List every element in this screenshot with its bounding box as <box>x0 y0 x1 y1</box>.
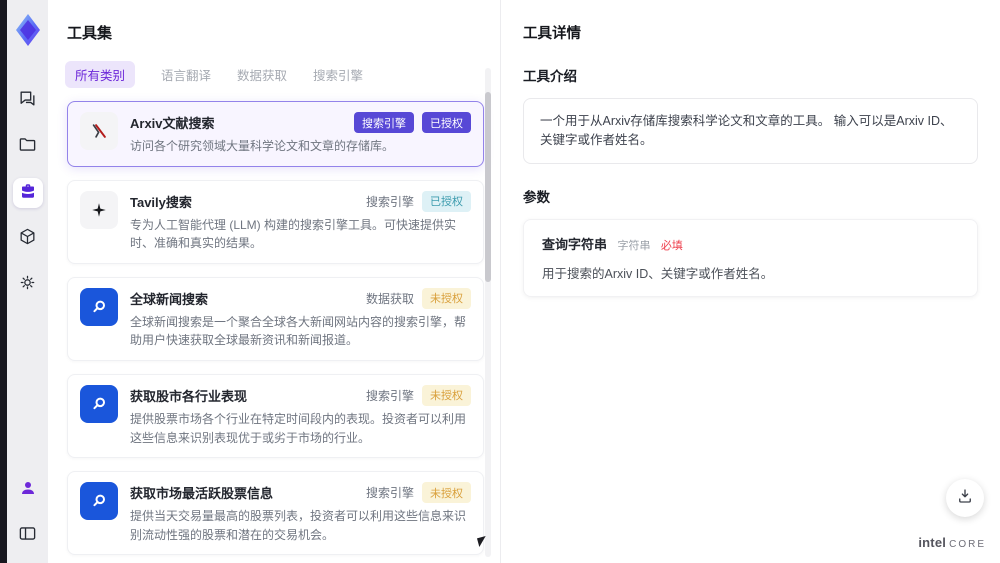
stock-search-icon <box>80 384 118 423</box>
auth-status-badge: 未授权 <box>422 287 471 309</box>
tool-name: Arxiv文献搜索 <box>130 116 215 131</box>
tool-card-arxiv[interactable]: Arxiv文献搜索 搜索引擎 已授权 访问各个研究领域大量科学论文和文章的存储库… <box>67 101 484 167</box>
tool-intro-text: 一个用于从Arxiv存储库搜索科学论文和文章的工具。 输入可以是Arxiv ID… <box>523 98 978 164</box>
category-label: 数据获取 <box>365 291 414 306</box>
auth-status-badge: 已授权 <box>422 190 471 212</box>
sidebar-collapse-button[interactable] <box>13 521 43 551</box>
user-icon <box>19 479 37 502</box>
list-scrollbar[interactable] <box>485 68 491 557</box>
tab-data-fetching[interactable]: 数据获取 <box>237 65 287 84</box>
tool-name: 全球新闻搜索 <box>130 291 209 307</box>
tool-description: 访问各个研究领域大量科学论文和文章的存储库。 <box>130 139 395 153</box>
intro-heading: 工具介绍 <box>523 69 577 84</box>
sidebar-item-models[interactable] <box>13 224 43 254</box>
param-type: 字符串 <box>617 239 651 252</box>
sidebar-item-chat[interactable] <box>13 86 43 116</box>
app-logo-icon <box>12 12 44 48</box>
panel-layout-icon <box>18 524 37 548</box>
tool-card-tavily[interactable]: Tavily搜索 搜索引擎 已授权 专为人工智能代理 (LLM) 构建的搜索引擎… <box>67 179 484 264</box>
params-heading: 参数 <box>523 189 550 205</box>
sidebar-item-files[interactable] <box>13 132 43 162</box>
arxiv-logo-icon <box>80 112 118 150</box>
tab-all-categories[interactable]: 所有类别 <box>65 61 136 88</box>
sidebar-item-toolbox[interactable] <box>12 178 43 208</box>
category-label: 搜索引擎 <box>365 194 414 209</box>
app-window: 工具集 所有类别 语言翻译 数据获取 搜索引擎 Arxiv文献搜索 搜索引擎 已… <box>0 0 1000 563</box>
folder-icon <box>18 135 37 159</box>
tool-name: Tavily搜索 <box>130 194 192 210</box>
tab-language-translation[interactable]: 语言翻译 <box>161 65 211 84</box>
icon-rail <box>7 0 48 563</box>
cube-icon <box>18 227 37 251</box>
param-name: 查询字符串 <box>542 236 608 252</box>
scrollbar-thumb[interactable] <box>485 92 491 282</box>
briefcase-icon <box>19 182 37 205</box>
intel-core-logo: intel CORE <box>918 535 986 550</box>
intel-brand-text: intel <box>918 535 947 550</box>
news-search-icon <box>80 287 118 326</box>
tool-list-pane: 工具集 所有类别 语言翻译 数据获取 搜索引擎 Arxiv文献搜索 搜索引擎 已… <box>48 0 500 563</box>
auth-status-badge: 未授权 <box>422 482 471 504</box>
tool-name: 获取市场最活跃股票信息 <box>130 486 274 502</box>
core-brand-text: CORE <box>949 539 986 550</box>
tool-description: 全球新闻搜索是一个聚合全球各大新闻网站内容的搜索引擎，帮助用户快速获取全球最新资… <box>130 314 467 348</box>
param-description: 用于搜索的Arxiv ID、关键字或作者姓名。 <box>542 266 774 281</box>
tool-card-global-news[interactable]: 全球新闻搜索 数据获取 未授权 全球新闻搜索是一个聚合全球各大新闻网站内容的搜索… <box>67 276 484 361</box>
tool-card-stock-sectors[interactable]: 获取股市各行业表现 搜索引擎 未授权 提供股票市场各个行业在特定时间段内的表现。… <box>67 373 484 459</box>
tab-search-engine[interactable]: 搜索引擎 <box>313 65 363 84</box>
tool-description: 提供当天交易量最高的股票列表，投资者可以利用这些信息来识别流动性强的股票和潜在的… <box>130 509 467 542</box>
tool-name: 获取股市各行业表现 <box>130 388 248 404</box>
sidebar-item-settings[interactable] <box>13 270 43 300</box>
tool-detail-pane: 工具详情 工具介绍 一个用于从Arxiv存储库搜索科学论文和文章的工具。 输入可… <box>500 0 1000 563</box>
window-edge-strip <box>0 0 7 563</box>
sidebar-item-user[interactable] <box>13 475 43 505</box>
tavily-star-icon <box>80 190 118 229</box>
download-button[interactable] <box>946 479 984 517</box>
parameter-card: 查询字符串 字符串 必填 用于搜索的Arxiv ID、关键字或作者姓名。 <box>523 218 978 297</box>
page-title: 工具集 <box>67 25 113 42</box>
category-label: 搜索引擎 <box>365 486 414 501</box>
detail-title: 工具详情 <box>523 26 581 42</box>
category-badge: 搜索引擎 <box>354 112 414 133</box>
param-required-badge: 必填 <box>660 239 683 252</box>
stock-search-icon <box>80 482 118 521</box>
tool-card-active-stocks[interactable]: 获取市场最活跃股票信息 搜索引擎 未授权 提供当天交易量最高的股票列表，投资者可… <box>67 471 484 556</box>
gear-icon <box>18 273 37 297</box>
category-label: 搜索引擎 <box>365 388 414 403</box>
tool-description: 提供股票市场各个行业在特定时间段内的表现。投资者可以利用这些信息来识别表现优于或… <box>130 411 467 445</box>
download-icon <box>956 487 974 510</box>
category-tabs: 所有类别 语言翻译 数据获取 搜索引擎 <box>65 61 484 88</box>
auth-status-badge: 未授权 <box>422 384 471 406</box>
chat-icon <box>18 89 37 113</box>
tool-description: 专为人工智能代理 (LLM) 构建的搜索引擎工具。可快速提供实时、准确和真实的结… <box>130 217 457 251</box>
auth-status-badge: 已授权 <box>422 112 471 133</box>
